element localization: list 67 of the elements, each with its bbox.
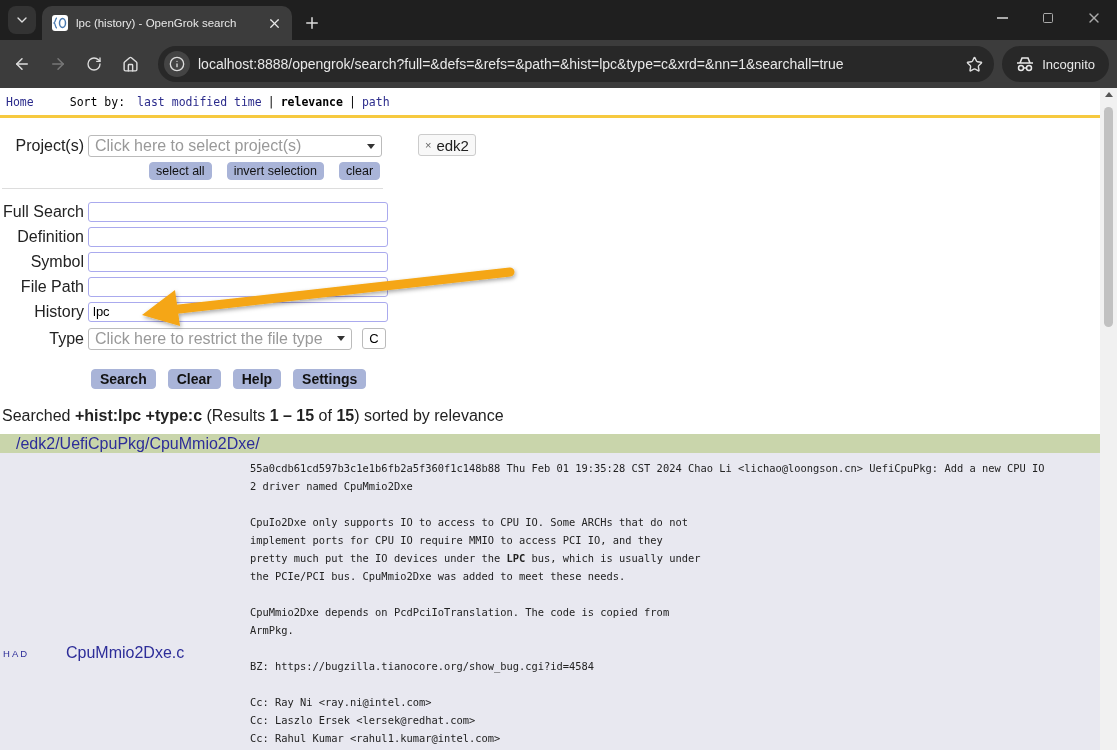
forward-icon <box>49 55 67 73</box>
project-action-button[interactable]: select all <box>149 162 212 180</box>
caret-icon <box>367 143 375 149</box>
sort-option-link[interactable]: last modified time <box>137 94 262 109</box>
caret-icon <box>337 336 345 341</box>
star-icon <box>965 55 983 73</box>
search-input-field[interactable] <box>88 226 388 247</box>
file-action-link[interactable]: A <box>11 647 20 659</box>
field-label: Symbol <box>29 252 84 271</box>
scroll-up-icon[interactable] <box>1104 92 1113 97</box>
field-label: Definition <box>16 227 84 246</box>
commit-message-line: CpuIo2Dxe only supports IO to access to CPU IO. Some ARCHs that do not <box>250 515 689 530</box>
remove-chip-button[interactable]: × <box>425 139 432 151</box>
commit-message-line: Cc: Laszlo Ersek <lersek@redhat.com> <box>250 713 477 728</box>
project-action-button[interactable]: clear <box>339 162 381 180</box>
results-summary: Searched +hist:lpc +type:c (Results 1 – 15 of 15) sorted by relevance <box>2 407 505 425</box>
file-link[interactable]: CpuMmio2Dxe.c <box>66 644 185 662</box>
file-action-link[interactable]: D <box>20 647 29 659</box>
commit-message-line: 2 driver named CpuMmio2Dxe <box>250 479 414 494</box>
commit-message-line: Cc: Rahul Kumar <rahul1.kumar@intel.com> <box>250 731 502 746</box>
commit-message-line: implement ports for CPU IO require MMIO to access PCI IO, and they <box>250 533 664 548</box>
search-input-field[interactable] <box>88 201 388 222</box>
commit-message-line: pretty much put the IO devices under the LPC bus, which is usually under <box>250 551 702 566</box>
site-info-button[interactable] <box>164 51 190 77</box>
form-button[interactable]: Settings <box>293 369 367 389</box>
commit-message-line: Cc: Ray Ni <ray.ni@intel.com> <box>250 695 433 710</box>
chip-label: edk2 <box>436 136 469 154</box>
field-label: Type <box>48 329 84 348</box>
incognito-icon <box>1016 56 1035 72</box>
form-button[interactable]: Clear <box>167 369 221 389</box>
directory-link[interactable]: /edk2/UefiCpuPkg/CpuMmio2Dxe/ <box>16 434 260 453</box>
minimize-icon <box>996 17 1008 19</box>
back-icon <box>13 55 31 73</box>
separator: | <box>267 94 275 109</box>
commit-message-line: the PCIe/PCI bus. CpuMmio2Dxe was added to meet these needs. <box>250 569 627 584</box>
clear-type-button[interactable]: C <box>362 328 386 349</box>
home-link[interactable]: Home <box>6 94 34 109</box>
field-label: File Path <box>19 277 84 296</box>
project-action-button[interactable]: invert selection <box>226 162 324 180</box>
commit-message-line: CpuMmio2Dxe depends on PcdPciIoTranslation. The code is copied from <box>250 605 671 620</box>
info-icon <box>169 56 185 72</box>
sort-option-link[interactable]: relevance <box>280 94 343 109</box>
reload-icon <box>86 56 102 72</box>
sort-label: Sort by: <box>69 94 126 109</box>
incognito-button[interactable]: Incognito <box>1002 46 1109 82</box>
home-icon <box>121 55 139 73</box>
form-button[interactable]: Help <box>232 369 282 389</box>
search-input-field[interactable] <box>88 251 388 272</box>
project-chip[interactable]: × edk2 <box>418 134 476 156</box>
form-button[interactable]: Search <box>91 369 156 389</box>
tab-title: lpc (history) - OpenGrok search <box>76 17 238 29</box>
file-action-link[interactable]: H <box>3 647 11 659</box>
commit-message-line: BZ: https://bugzilla.tianocore.org/show_bug.cgi?id=4584 <box>250 659 596 675</box>
browser-tab[interactable]: lpc (history) - OpenGrok search <box>42 6 292 40</box>
favicon-icon <box>52 15 68 31</box>
scrollbar[interactable] <box>1100 88 1117 750</box>
separator: | <box>348 94 356 109</box>
field-label: Full Search <box>2 202 84 221</box>
plus-icon <box>303 14 321 32</box>
commit-message-line: 55a0cdb61cd597b3c1e1b6fb2a5f360f1c148b88 Thu Feb 01 19:35:28 CST 2024 Chao Li <lichao@loongson.cn> UefiCpuPkg: Add a new CPU IO <box>250 461 1045 476</box>
field-label: Project(s) <box>14 137 84 155</box>
scrollbar-thumb[interactable] <box>1104 107 1113 327</box>
tab-list-button[interactable] <box>8 6 36 34</box>
maximize-icon <box>1042 12 1054 24</box>
commit-message-line: ArmPkg. <box>250 623 295 638</box>
field-label: History <box>33 302 84 321</box>
sort-option-link[interactable]: path <box>361 94 390 109</box>
